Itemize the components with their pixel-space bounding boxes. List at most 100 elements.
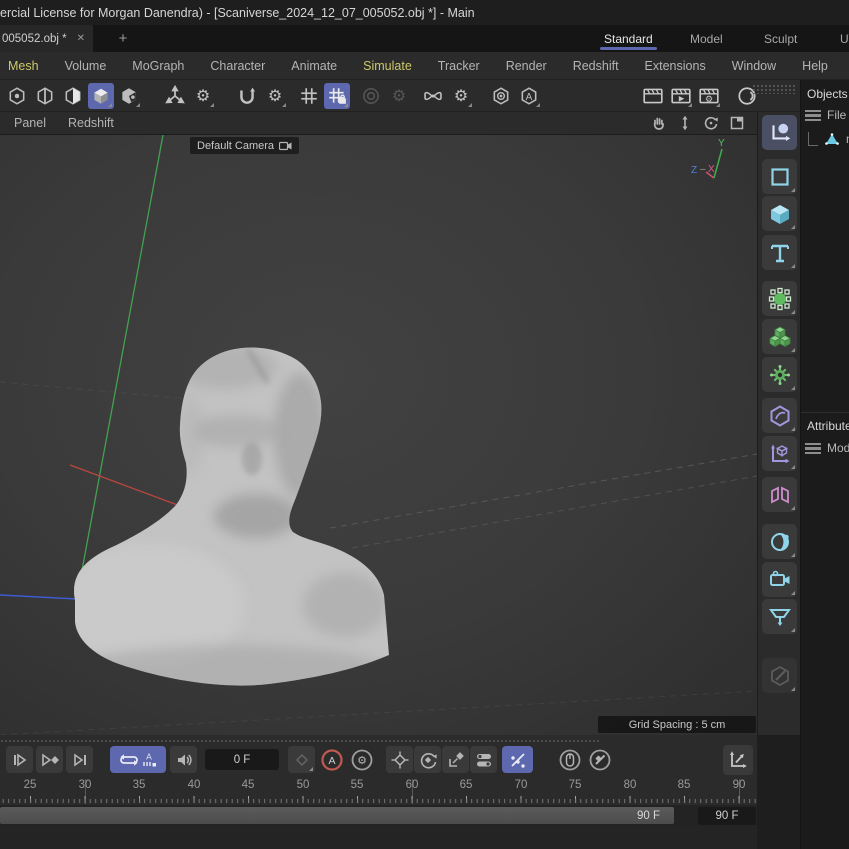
record-position-button[interactable] bbox=[386, 746, 413, 773]
model-mode-button[interactable] bbox=[88, 83, 114, 109]
move-tool-icon bbox=[164, 85, 186, 107]
loop-autokey-group[interactable]: A bbox=[110, 746, 166, 773]
record-scale-button[interactable] bbox=[442, 746, 469, 773]
spline-pen-button[interactable] bbox=[762, 159, 797, 194]
menu-mesh[interactable]: Mesh bbox=[8, 59, 39, 73]
polygons-mode-button[interactable] bbox=[60, 83, 86, 109]
autokey-toggle-button[interactable]: A bbox=[318, 746, 345, 773]
floor-stage-button[interactable] bbox=[762, 599, 797, 634]
menu-character[interactable]: Character bbox=[210, 59, 265, 73]
texture-mode-button[interactable] bbox=[116, 83, 142, 109]
ruler-number: 40 bbox=[188, 779, 201, 791]
mouse-record-button[interactable] bbox=[556, 746, 583, 773]
timeline-range-track[interactable]: 90 F bbox=[0, 805, 757, 826]
material-editor-button bbox=[762, 658, 797, 693]
viewport-solo-button[interactable] bbox=[488, 83, 514, 109]
camera-label[interactable]: Default Camera bbox=[190, 137, 299, 154]
objects-panel-menu[interactable]: File bbox=[805, 108, 849, 122]
lock-workplane-button[interactable] bbox=[324, 83, 350, 109]
close-tab-icon[interactable]: ✕ bbox=[77, 33, 85, 44]
subdivision-surface-button[interactable] bbox=[762, 281, 797, 316]
layout-tab-standard[interactable]: Standard bbox=[604, 25, 653, 52]
layout-tab-model[interactable]: Model bbox=[690, 25, 723, 52]
rotate-tool-button[interactable] bbox=[234, 83, 260, 109]
render-queue-button[interactable] bbox=[668, 83, 694, 109]
environment-button[interactable] bbox=[762, 524, 797, 559]
camera-object-button[interactable] bbox=[762, 562, 797, 597]
auto-mode-button[interactable]: A bbox=[516, 83, 542, 109]
point-level-animation-icon bbox=[508, 750, 528, 770]
menu-volume[interactable]: Volume bbox=[65, 59, 107, 73]
move-tool-settings-button[interactable]: ⚙ bbox=[190, 83, 216, 109]
hexagon-eye-icon bbox=[491, 86, 511, 106]
rotate-tool-settings-button[interactable]: ⚙ bbox=[262, 83, 288, 109]
play-bar-icon bbox=[11, 751, 29, 769]
effector-button[interactable] bbox=[762, 357, 797, 392]
workplane-grid-button[interactable] bbox=[296, 83, 322, 109]
deformer-button[interactable] bbox=[762, 398, 797, 433]
null-axis-button[interactable] bbox=[762, 436, 797, 471]
menu-render[interactable]: Render bbox=[506, 59, 547, 73]
record-rotation-button[interactable] bbox=[414, 746, 441, 773]
symmetry-button[interactable] bbox=[762, 477, 797, 512]
menu-window[interactable]: Window bbox=[732, 59, 776, 73]
menu-animate[interactable]: Animate bbox=[291, 59, 337, 73]
effector-gear-icon bbox=[768, 363, 792, 387]
keyframe-settings-button[interactable]: ⚙ bbox=[348, 746, 375, 773]
viewport-menu-redshift[interactable]: Redshift bbox=[68, 116, 114, 130]
vertical-arrows-icon bbox=[677, 115, 693, 131]
rotation-key-icon bbox=[418, 750, 438, 770]
new-tab-button[interactable]: + bbox=[112, 28, 134, 49]
cube-icon bbox=[768, 202, 792, 226]
edges-mode-button[interactable] bbox=[32, 83, 58, 109]
render-view-button[interactable] bbox=[640, 83, 666, 109]
current-frame-field[interactable]: 0 F bbox=[205, 749, 279, 770]
sketch-record-button[interactable] bbox=[586, 746, 613, 773]
toggles-icon bbox=[474, 750, 494, 770]
autokey-frames-icon: A bbox=[140, 751, 158, 769]
timeline-drag-grip[interactable] bbox=[0, 739, 600, 744]
play-to-keyframe-button[interactable] bbox=[36, 746, 63, 773]
menu-tracker[interactable]: Tracker bbox=[438, 59, 480, 73]
menu-redshift[interactable]: Redshift bbox=[573, 59, 619, 73]
timeline-ruler-minor-ticks[interactable] bbox=[0, 799, 757, 803]
viewport-3d[interactable]: Y Z – X Default Camera Grid Spacing : 5 … bbox=[0, 135, 757, 735]
snap-button[interactable] bbox=[420, 83, 446, 109]
sound-button[interactable] bbox=[170, 746, 197, 773]
cloner-button[interactable] bbox=[762, 319, 797, 354]
snap-settings-button[interactable]: ⚙ bbox=[448, 83, 474, 109]
document-tab[interactable]: 005052.obj * ✕ bbox=[0, 25, 93, 52]
record-keyframe-button bbox=[288, 746, 315, 773]
end-frame-field[interactable]: 90 F bbox=[698, 807, 756, 825]
object-tree-item[interactable]: mesh bbox=[805, 132, 849, 146]
viewport-menu-panel[interactable]: Panel bbox=[14, 116, 46, 130]
viewport-controls bbox=[649, 113, 747, 133]
menu-mograph[interactable]: MoGraph bbox=[132, 59, 184, 73]
text-spline-button[interactable] bbox=[762, 235, 797, 270]
points-mode-button[interactable] bbox=[4, 83, 30, 109]
go-to-end-button[interactable] bbox=[66, 746, 93, 773]
play-forwards-button[interactable] bbox=[6, 746, 33, 773]
record-pla-button[interactable] bbox=[502, 746, 533, 773]
attributes-panel-menu[interactable]: Mode bbox=[805, 441, 849, 455]
pan-view-button[interactable] bbox=[649, 113, 669, 133]
fcurve-editor-button[interactable] bbox=[723, 745, 753, 775]
layout-tab-sculpt[interactable]: Sculpt bbox=[764, 25, 797, 52]
render-settings-button[interactable]: ⚙ bbox=[696, 83, 722, 109]
hand-icon bbox=[651, 115, 667, 131]
coordinate-tool-button[interactable] bbox=[762, 115, 797, 150]
timeline-range-slider[interactable]: 90 F bbox=[0, 807, 674, 824]
menu-simulate[interactable]: Simulate bbox=[363, 59, 412, 73]
rotate-view-button[interactable] bbox=[701, 113, 721, 133]
move-tool-button[interactable] bbox=[162, 83, 188, 109]
toolbar-drag-grip[interactable] bbox=[752, 84, 796, 94]
maximize-view-button[interactable] bbox=[727, 113, 747, 133]
layout-tab-uv[interactable]: UV bbox=[840, 25, 849, 52]
record-parameters-button[interactable] bbox=[470, 746, 497, 773]
zoom-view-button[interactable] bbox=[675, 113, 695, 133]
menu-help[interactable]: Help bbox=[802, 59, 828, 73]
edges-mode-icon bbox=[35, 86, 55, 106]
primitive-cube-button[interactable] bbox=[762, 196, 797, 231]
menu-extensions[interactable]: Extensions bbox=[645, 59, 706, 73]
render-view-icon bbox=[642, 85, 664, 107]
